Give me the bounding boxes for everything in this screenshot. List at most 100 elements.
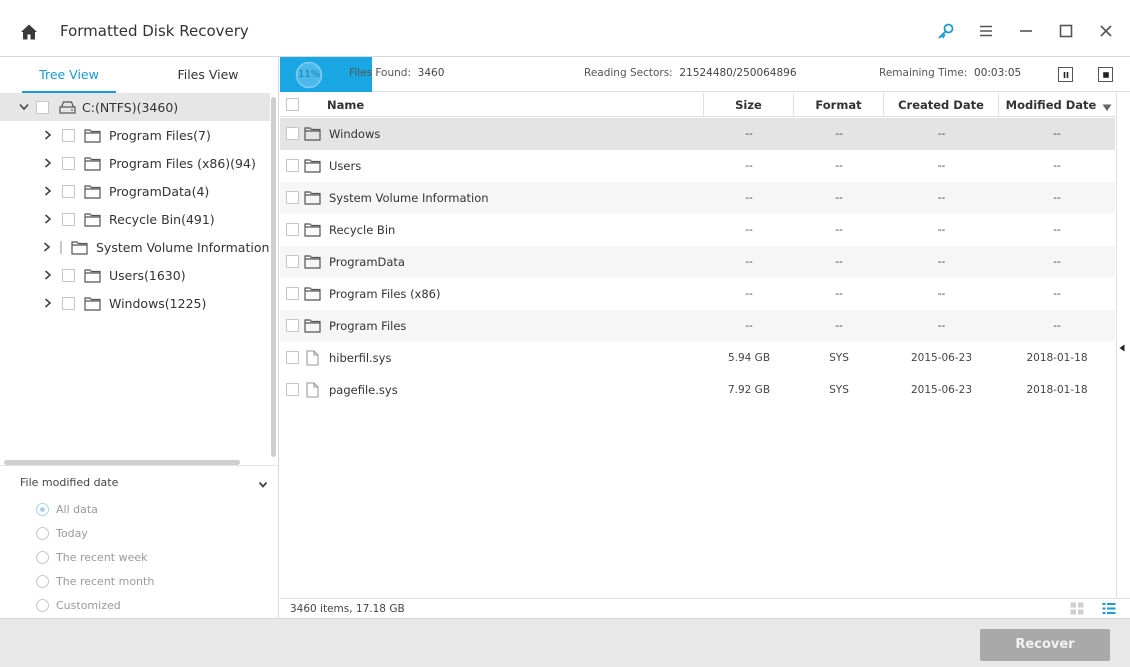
row-name: ProgramData	[329, 255, 405, 269]
folder-icon	[304, 254, 321, 272]
home-icon[interactable]	[19, 22, 39, 42]
folder-icon	[304, 286, 321, 304]
date-filter: File modified date All data Today The re…	[0, 465, 279, 618]
bottom-bar: Recover	[0, 618, 1130, 667]
chevron-right-icon[interactable]	[43, 158, 53, 168]
item-count: 3460 items, 17.18 GB	[290, 603, 405, 615]
row-created: --	[937, 256, 946, 268]
pause-icon[interactable]	[1058, 67, 1073, 82]
tree-item[interactable]: Windows(1225)	[0, 289, 270, 317]
tree-item-label: Windows(1225)	[109, 295, 207, 311]
filter-option-recent-month[interactable]: The recent month	[36, 572, 154, 590]
sort-desc-icon[interactable]	[1102, 101, 1112, 115]
chevron-right-icon[interactable]	[43, 186, 53, 196]
row-checkbox[interactable]	[286, 319, 299, 332]
collapse-arrow-icon[interactable]	[1119, 341, 1125, 352]
minimize-icon[interactable]	[1016, 21, 1036, 41]
chevron-right-icon[interactable]	[43, 214, 53, 224]
row-checkbox[interactable]	[286, 127, 299, 140]
row-format: --	[835, 160, 843, 172]
checkbox[interactable]	[60, 240, 62, 254]
row-checkbox[interactable]	[286, 383, 299, 396]
folder-icon	[84, 184, 101, 199]
checkbox[interactable]	[62, 268, 75, 282]
table-row[interactable]: Program Files (x86) -- -- -- --	[280, 278, 1115, 310]
column-size[interactable]: Size	[704, 93, 794, 117]
checkbox[interactable]	[62, 128, 75, 142]
checkbox[interactable]	[62, 212, 75, 226]
radio[interactable]	[36, 598, 49, 612]
table-row[interactable]: ProgramData -- -- -- --	[280, 246, 1115, 278]
table-row[interactable]: hiberfil.sys 5.94 GB SYS 2015-06-23 2018…	[280, 342, 1115, 374]
row-size: --	[745, 288, 753, 300]
column-created-date[interactable]: Created Date	[884, 93, 999, 117]
drive-icon	[59, 100, 76, 115]
chevron-right-icon[interactable]	[43, 270, 53, 280]
recover-button[interactable]: Recover	[980, 629, 1110, 661]
tree-item[interactable]: Recycle Bin(491)	[0, 205, 270, 233]
chevron-right-icon[interactable]	[43, 130, 53, 140]
tab-files-view[interactable]: Files View	[161, 57, 255, 93]
list-view-icon[interactable]	[1102, 602, 1116, 615]
folder-icon	[304, 126, 321, 144]
row-checkbox[interactable]	[286, 255, 299, 268]
column-modified-date[interactable]: Modified Date	[999, 93, 1103, 117]
tree-item[interactable]: Program Files(7)	[0, 121, 270, 149]
tree-item[interactable]: Users(1630)	[0, 261, 270, 289]
tree-item[interactable]: ProgramData(4)	[0, 177, 270, 205]
table-row[interactable]: Recycle Bin -- -- -- --	[280, 214, 1115, 246]
radio[interactable]	[36, 574, 49, 588]
row-modified: --	[1053, 288, 1061, 300]
row-format: --	[835, 320, 843, 332]
row-checkbox[interactable]	[286, 191, 299, 204]
row-checkbox[interactable]	[286, 287, 299, 300]
grid-view-icon[interactable]	[1070, 602, 1084, 615]
chevron-down-icon[interactable]	[258, 478, 268, 488]
chevron-right-icon[interactable]	[43, 298, 53, 308]
folder-icon	[84, 212, 101, 227]
radio[interactable]	[36, 526, 49, 540]
column-name[interactable]: Name	[280, 93, 704, 117]
tab-tree-view[interactable]: Tree View	[22, 57, 116, 93]
checkbox[interactable]	[62, 296, 75, 310]
table-row[interactable]: pagefile.sys 7.92 GB SYS 2015-06-23 2018…	[280, 374, 1115, 406]
tree-item[interactable]: Program Files (x86)(94)	[0, 149, 270, 177]
radio[interactable]	[36, 550, 49, 564]
table-row[interactable]: System Volume Information -- -- -- --	[280, 182, 1115, 214]
table-row[interactable]: Program Files -- -- -- --	[280, 310, 1115, 342]
checkbox[interactable]	[62, 156, 75, 170]
filter-option-recent-week[interactable]: The recent week	[36, 548, 148, 566]
filter-option-customized[interactable]: Customized	[36, 596, 121, 614]
row-modified: --	[1053, 160, 1061, 172]
row-checkbox[interactable]	[286, 351, 299, 364]
tree-vertical-scrollbar[interactable]	[271, 97, 276, 457]
maximize-icon[interactable]	[1056, 21, 1076, 41]
row-format: --	[835, 128, 843, 140]
column-format[interactable]: Format	[794, 93, 884, 117]
row-size: --	[745, 160, 753, 172]
tree-item[interactable]: System Volume Information(7)	[0, 233, 270, 261]
folder-icon	[304, 158, 321, 176]
table-row[interactable]: Windows -- -- -- --	[280, 118, 1115, 150]
file-icon	[304, 382, 321, 401]
tree-item-label: Recycle Bin(491)	[109, 211, 215, 227]
menu-icon[interactable]	[976, 21, 996, 41]
files-found-value: 3460	[417, 67, 445, 79]
key-icon[interactable]	[936, 21, 956, 41]
folder-icon	[84, 156, 101, 171]
row-checkbox[interactable]	[286, 159, 299, 172]
filter-option-all-data[interactable]: All data	[36, 500, 98, 518]
remaining-time-value: 00:03:05	[974, 67, 1022, 79]
radio-selected[interactable]	[36, 502, 49, 516]
chevron-right-icon[interactable]	[43, 242, 51, 252]
table-row[interactable]: Users -- -- -- --	[280, 150, 1115, 182]
row-checkbox[interactable]	[286, 223, 299, 236]
chevron-down-icon[interactable]	[19, 102, 29, 112]
close-icon[interactable]	[1096, 21, 1116, 41]
stop-icon[interactable]	[1098, 67, 1113, 82]
checkbox[interactable]	[36, 100, 49, 114]
tree-root[interactable]: C:(NTFS)(3460)	[0, 93, 270, 121]
table-header: Name Size Format Created Date Modified D…	[280, 93, 1116, 117]
filter-option-today[interactable]: Today	[36, 524, 88, 542]
checkbox[interactable]	[62, 184, 75, 198]
